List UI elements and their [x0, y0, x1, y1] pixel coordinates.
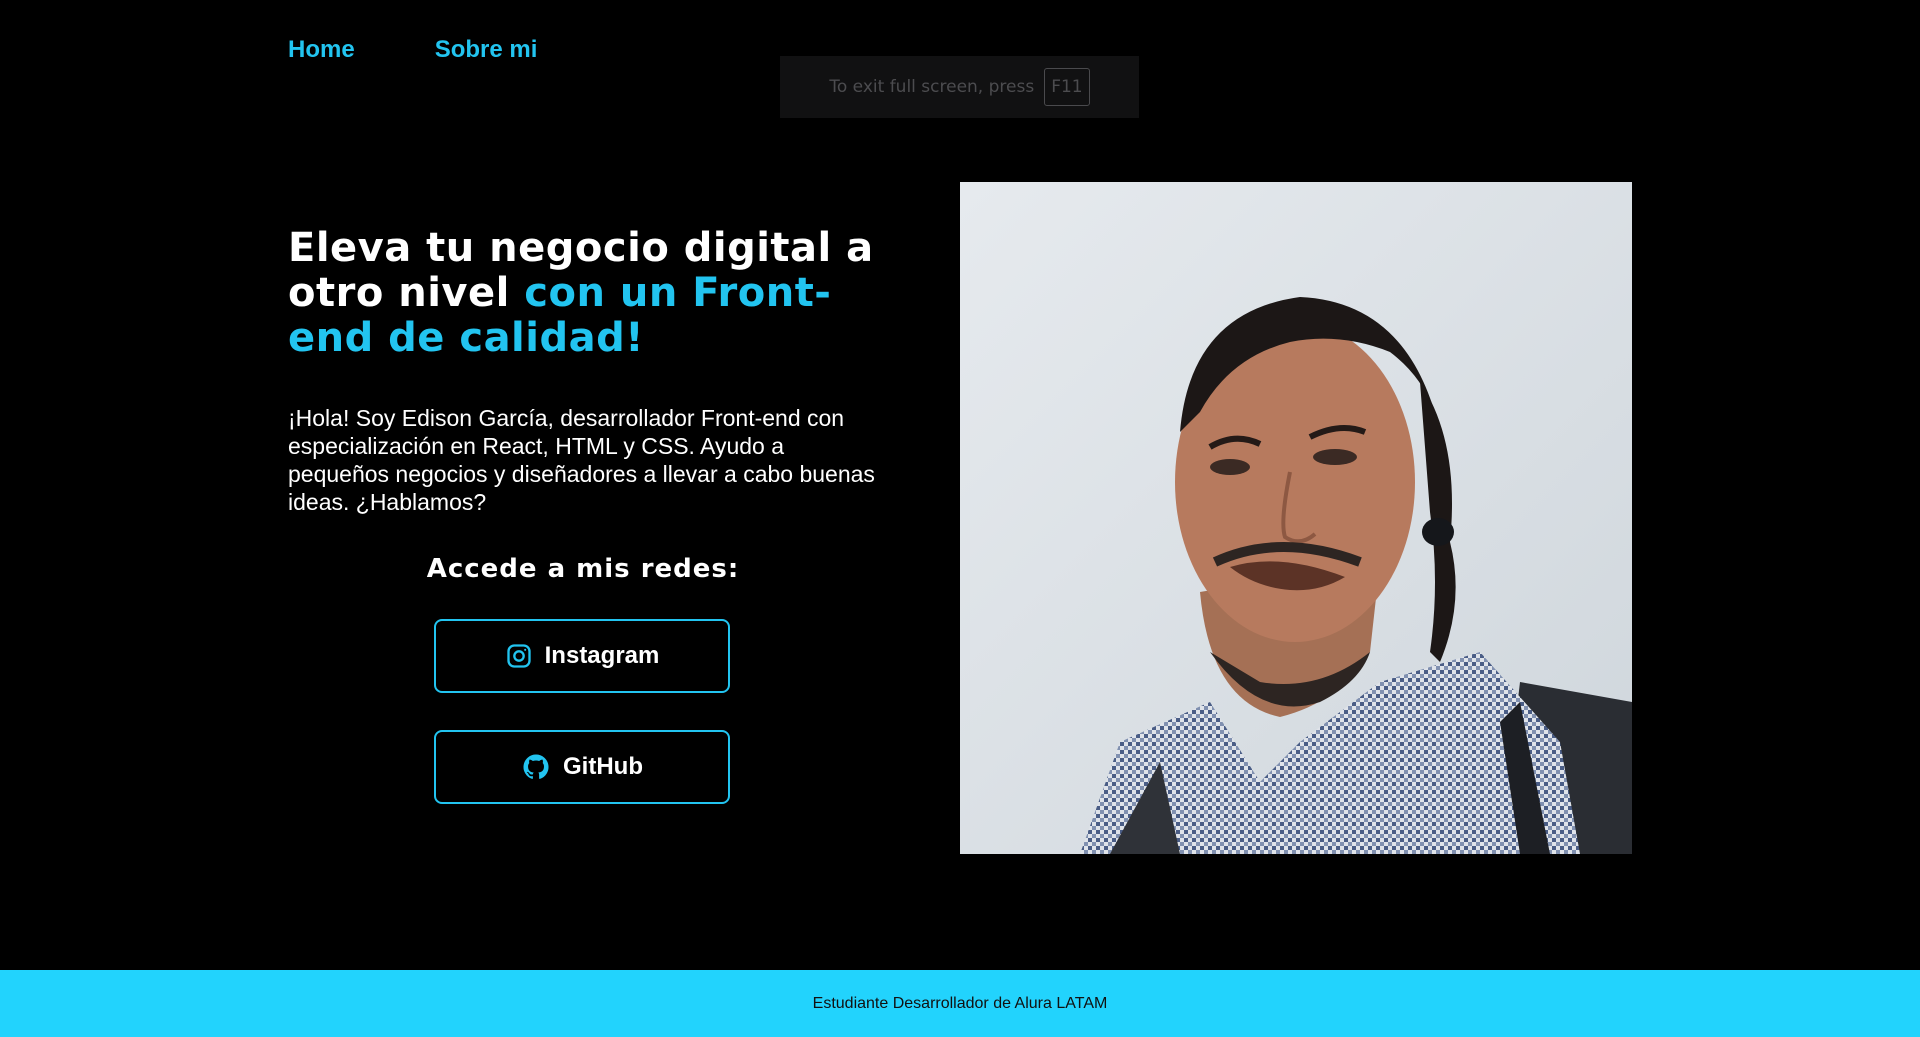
instagram-button-label: Instagram [544, 642, 660, 669]
page: Home Sobre mi To exit full screen, press… [0, 0, 1920, 1037]
footer-text: Estudiante Desarrollador de Alura LATAM [812, 994, 1108, 1012]
top-nav: Home Sobre mi [288, 36, 537, 64]
hero-bio: ¡Hola! Soy Edison García, desarrollador … [288, 405, 875, 515]
footer: Estudiante Desarrollador de Alura LATAM [0, 970, 1920, 1037]
fullscreen-hint: To exit full screen, press F11 [780, 56, 1139, 118]
github-button[interactable]: GitHub [434, 730, 730, 804]
github-button-label: GitHub [563, 753, 643, 780]
profile-photo [960, 182, 1632, 854]
fullscreen-hint-key: F11 [1044, 68, 1090, 106]
nav-sobre-mi-link[interactable]: Sobre mi [435, 36, 538, 64]
instagram-icon [505, 642, 533, 670]
social-title: Accede a mis redes: [426, 554, 740, 584]
fullscreen-hint-text: To exit full screen, press [829, 77, 1035, 97]
instagram-button[interactable]: Instagram [434, 619, 730, 693]
hero-title: Eleva tu negocio digital a otro nivel co… [288, 226, 908, 361]
nav-home-link[interactable]: Home [288, 36, 355, 64]
github-icon [521, 752, 551, 782]
